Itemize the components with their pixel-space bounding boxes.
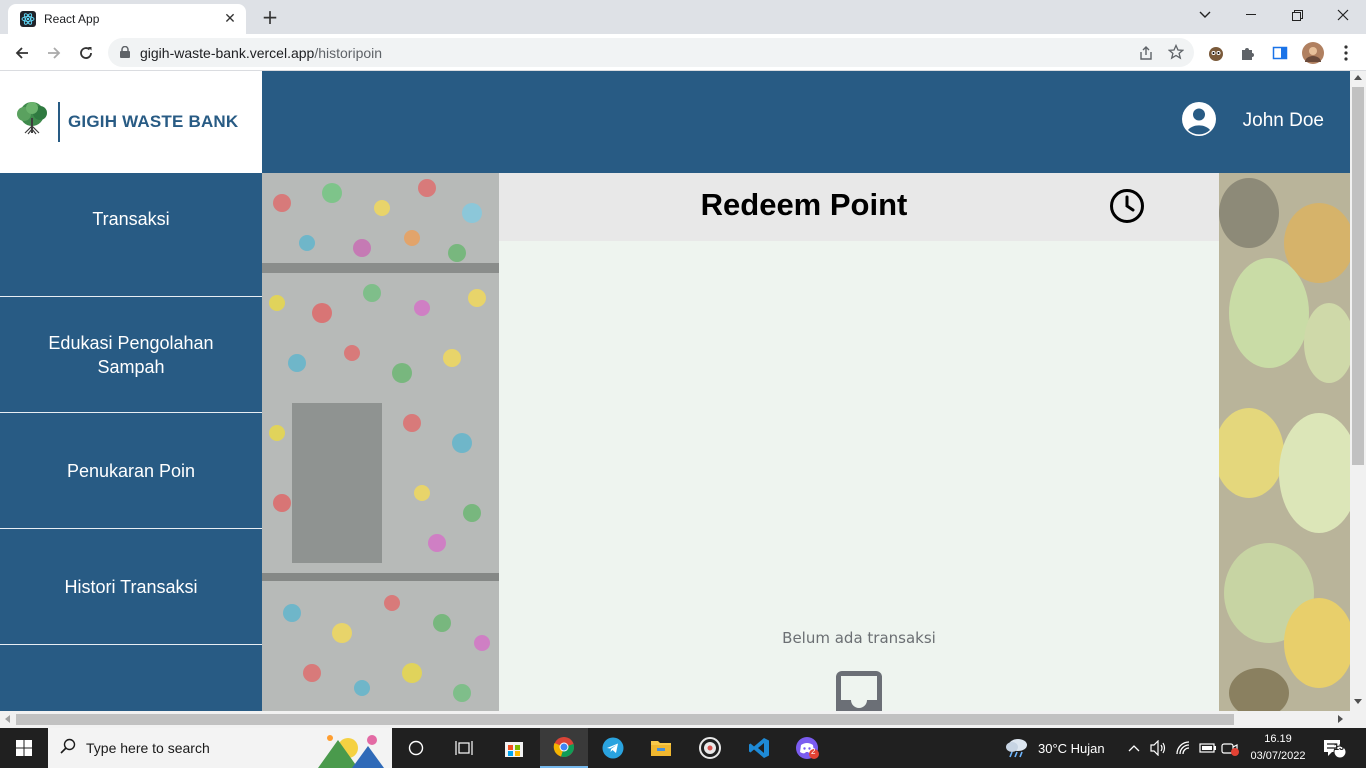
system-clock[interactable]: 16.19 03/07/2022 [1250, 731, 1306, 765]
windows-start-icon[interactable] [0, 728, 48, 768]
scroll-up-icon[interactable] [1354, 75, 1362, 80]
url-host: gigih-waste-bank.vercel.app [140, 44, 315, 61]
tree-logo-icon [12, 100, 52, 144]
top-header: John Doe [262, 71, 1350, 173]
url-path: /historipoin [314, 44, 383, 61]
discord-icon[interactable]: 2 [784, 728, 832, 768]
logo-text: GIGIH WASTE BANK [68, 112, 239, 131]
history-clock-icon[interactable] [1108, 187, 1146, 225]
content-header: Redeem Point [499, 173, 1219, 241]
scroll-right-icon[interactable] [1338, 715, 1343, 723]
clock-time: 16.19 [1264, 733, 1292, 745]
url-text: gigih-waste-bank.vercel.app/historipoin [140, 45, 382, 61]
reload-icon[interactable] [72, 39, 100, 67]
tab-close-icon[interactable]: ✕ [220, 9, 240, 29]
telegram-icon[interactable] [589, 728, 637, 768]
horizontal-scroll-thumb[interactable] [16, 714, 1234, 725]
forward-arrow-icon[interactable] [40, 39, 68, 67]
web-page: GIGIH WASTE BANK John Doe Transaksi Eduk… [0, 71, 1350, 711]
scroll-left-icon[interactable] [5, 715, 10, 723]
rain-cloud-icon [1004, 736, 1030, 761]
react-favicon-icon [20, 11, 36, 27]
sidebar-item-label: Histori Transaksi [64, 576, 198, 597]
restore-button[interactable] [1274, 0, 1320, 30]
minimize-button[interactable] [1228, 0, 1274, 30]
extensions-puzzle-icon[interactable] [1234, 39, 1262, 67]
weather-widget[interactable]: 30°C Hujan [1004, 728, 1105, 768]
tab-title: React App [44, 12, 100, 26]
sidebar-item-histori-transaksi[interactable]: Histori Transaksi [0, 529, 262, 645]
empty-state-message: Belum ada transaksi [499, 629, 1219, 647]
browser-menu-icon[interactable] [1332, 39, 1360, 67]
user-name: John Doe [1242, 110, 1324, 131]
weather-text: 30°C Hujan [1038, 740, 1105, 756]
volume-icon[interactable] [1150, 728, 1168, 768]
media-player-icon[interactable] [686, 728, 734, 768]
browser-tab[interactable]: React App ✕ [8, 4, 246, 34]
scroll-down-icon[interactable] [1354, 699, 1362, 704]
sidebar-item-edukasi[interactable]: Edukasi Pengolahan Sampah [0, 297, 262, 413]
new-tab-button[interactable]: + [258, 5, 282, 29]
horizontal-scrollbar[interactable] [0, 711, 1366, 728]
side-panel-icon[interactable] [1266, 39, 1294, 67]
chrome-icon[interactable] [540, 728, 588, 768]
browser-tab-bar: React App ✕ + [0, 0, 1366, 34]
discord-badge: 2 [811, 747, 816, 756]
back-arrow-icon[interactable] [8, 39, 36, 67]
bookmark-star-icon[interactable] [1167, 43, 1185, 64]
search-icon [60, 738, 76, 758]
user-menu[interactable]: John Doe [1181, 101, 1324, 141]
vertical-scroll-thumb[interactable] [1352, 87, 1364, 465]
page-title: Redeem Point [700, 187, 908, 222]
sidebar-item-label: Penukaran Poin [66, 460, 196, 481]
inbox-icon [835, 670, 883, 711]
tab-search-icon[interactable] [1182, 0, 1228, 30]
sidebar-item-label: Transaksi [92, 209, 170, 229]
lock-icon [120, 43, 130, 62]
background-image-plastic [262, 173, 499, 711]
logo[interactable]: GIGIH WASTE BANK [0, 71, 262, 173]
notification-count: 13 [1334, 742, 1345, 752]
main-content: Redeem Point Belum ada transaksi [499, 173, 1219, 711]
battery-icon[interactable] [1199, 728, 1217, 768]
profile-avatar[interactable] [1299, 39, 1327, 67]
vertical-scrollbar[interactable] [1350, 71, 1366, 711]
task-view-icon[interactable] [440, 728, 488, 768]
windows-taskbar: Type here to search 2 30°C Hujan 16.19 0… [0, 728, 1366, 768]
meet-now-icon[interactable] [1221, 728, 1241, 768]
sidebar: Transaksi Edukasi Pengolahan Sampah Penu… [0, 173, 262, 711]
user-account-icon [1181, 101, 1217, 141]
address-bar[interactable]: gigih-waste-bank.vercel.app/historipoin [108, 38, 1194, 67]
show-hidden-icons[interactable] [1128, 728, 1140, 768]
browser-toolbar: gigih-waste-bank.vercel.app/historipoin [0, 34, 1366, 71]
empty-state-text: Belum ada transaksi [782, 629, 936, 647]
taskbar-search-box[interactable]: Type here to search [48, 728, 392, 768]
vscode-icon[interactable] [735, 728, 783, 768]
close-window-button[interactable] [1320, 0, 1366, 30]
network-icon[interactable] [1175, 728, 1193, 768]
microsoft-store-icon[interactable] [490, 728, 538, 768]
notification-center-icon[interactable]: 13 [1322, 728, 1346, 768]
search-highlight-icon [308, 728, 392, 768]
sidebar-item-transaksi[interactable]: Transaksi [0, 181, 262, 297]
share-icon[interactable] [1138, 45, 1154, 65]
file-explorer-icon[interactable] [637, 728, 685, 768]
cortana-icon[interactable] [392, 728, 440, 768]
logo-divider [58, 102, 60, 142]
extension-owl-icon[interactable] [1202, 39, 1230, 67]
search-placeholder: Type here to search [86, 740, 210, 756]
background-image-organic [1219, 173, 1350, 711]
sidebar-item-penukaran-poin[interactable]: Penukaran Poin [0, 413, 262, 529]
clock-date: 03/07/2022 [1250, 750, 1306, 762]
sidebar-item-label: Edukasi Pengolahan Sampah [48, 332, 214, 377]
